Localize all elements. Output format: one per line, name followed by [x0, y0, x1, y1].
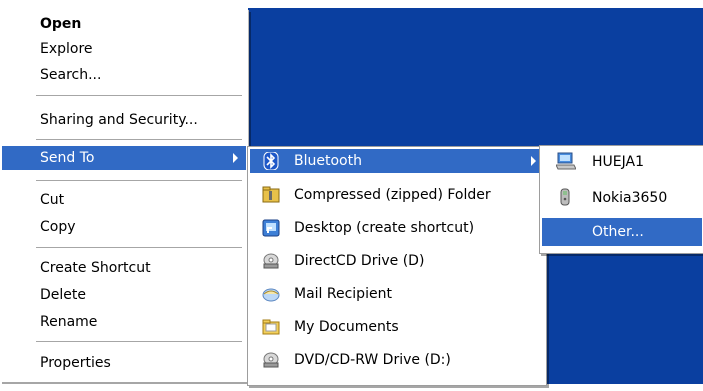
menu-item-label: Copy	[40, 219, 76, 235]
menu-item-explore[interactable]: Explore	[2, 37, 246, 61]
send-to-my-documents[interactable]: My Documents	[250, 315, 544, 339]
desktop-shortcut-icon	[262, 219, 280, 237]
menu-item-label: DirectCD Drive (D)	[294, 253, 425, 269]
menu-item-label: Other...	[592, 224, 644, 240]
computer-icon	[555, 152, 577, 170]
menu-item-label: Explore	[40, 41, 93, 57]
bluetooth-device-hueja1[interactable]: HUEJA1	[542, 149, 702, 175]
context-menu: Open Explore Search... Sharing and Secur…	[0, 10, 249, 382]
phone-icon	[556, 188, 574, 206]
bluetooth-icon	[262, 151, 280, 171]
menu-item-label: Cut	[40, 192, 65, 208]
menu-item-label: Desktop (create shortcut)	[294, 220, 475, 236]
menu-separator	[36, 180, 242, 182]
menu-item-label: Nokia3650	[592, 190, 668, 206]
menu-item-label: DVD/CD-RW Drive (D:)	[294, 352, 451, 368]
menu-item-create-shortcut[interactable]: Create Shortcut	[2, 256, 246, 280]
menu-item-search[interactable]: Search...	[2, 63, 246, 87]
send-to-compressed-folder[interactable]: Compressed (zipped) Folder	[250, 183, 544, 207]
bluetooth-other[interactable]: Other...	[542, 218, 702, 246]
menu-separator	[36, 95, 242, 97]
menu-item-label: Delete	[40, 287, 86, 303]
menu-separator	[36, 247, 242, 249]
menu-item-label: Search...	[40, 67, 102, 83]
send-to-mail-recipient[interactable]: Mail Recipient	[250, 282, 544, 306]
menu-item-label: Send To	[40, 150, 95, 166]
send-to-dvd-cdrw-drive[interactable]: DVD/CD-RW Drive (D:)	[250, 348, 544, 372]
menu-item-open[interactable]: Open	[2, 12, 246, 36]
mail-icon	[262, 285, 280, 303]
menu-item-label: Mail Recipient	[294, 286, 392, 302]
menu-item-properties[interactable]: Properties	[2, 351, 246, 375]
menu-separator	[36, 341, 242, 343]
menu-item-label: Create Shortcut	[40, 260, 151, 276]
menu-item-label: Properties	[40, 355, 111, 371]
cd-drive-icon	[262, 252, 280, 270]
menu-item-label: Open	[40, 16, 82, 32]
menu-item-sharing-security[interactable]: Sharing and Security...	[2, 108, 246, 132]
menu-item-label: HUEJA1	[592, 154, 644, 170]
menu-item-rename[interactable]: Rename	[2, 310, 246, 334]
menu-item-cut[interactable]: Cut	[2, 188, 246, 212]
zip-folder-icon	[262, 186, 280, 204]
submenu-arrow-icon	[233, 153, 238, 163]
menu-item-delete[interactable]: Delete	[2, 283, 246, 307]
bluetooth-submenu: HUEJA1 Nokia3650 Other...	[539, 145, 703, 254]
menu-item-send-to[interactable]: Send To	[2, 146, 246, 170]
send-to-submenu: Bluetooth Compressed (zipped) Folder Des…	[247, 146, 547, 386]
send-to-desktop-shortcut[interactable]: Desktop (create shortcut)	[250, 216, 544, 240]
menu-item-label: My Documents	[294, 319, 399, 335]
bluetooth-device-nokia3650[interactable]: Nokia3650	[542, 185, 702, 211]
menu-item-label: Compressed (zipped) Folder	[294, 187, 491, 203]
send-to-directcd-drive[interactable]: DirectCD Drive (D)	[250, 249, 544, 273]
dvd-drive-icon	[262, 351, 280, 369]
menu-item-label: Bluetooth	[294, 153, 362, 169]
menu-separator	[36, 139, 242, 141]
send-to-bluetooth[interactable]: Bluetooth	[250, 149, 544, 173]
submenu-arrow-icon	[531, 156, 536, 166]
menu-item-label: Sharing and Security...	[40, 112, 198, 128]
folder-icon	[262, 318, 280, 336]
menu-item-label: Rename	[40, 314, 98, 330]
menu-item-copy[interactable]: Copy	[2, 215, 246, 239]
